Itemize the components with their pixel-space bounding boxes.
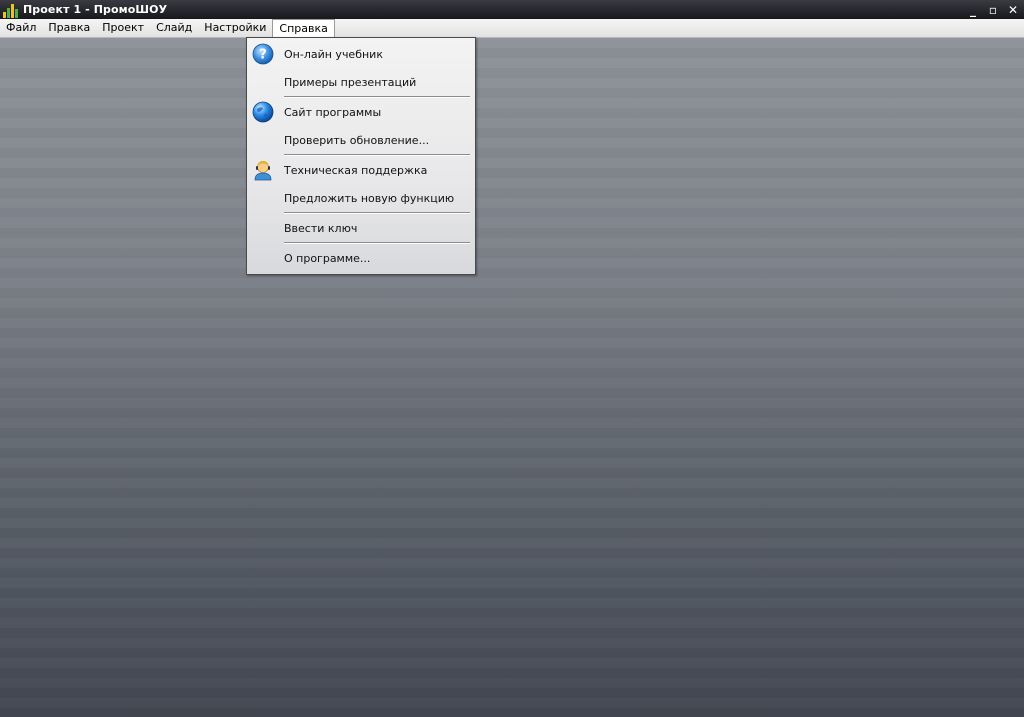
- menu-item-label: Проверить обновление...: [284, 133, 430, 147]
- menu-item-label: О программе...: [284, 251, 371, 265]
- svg-text:?: ?: [259, 48, 267, 63]
- title-bar: Проект 1 - ПромоШОУ _ ▫ ✕: [0, 0, 1024, 19]
- menu-separator: [284, 242, 470, 244]
- menu-item-tech-support[interactable]: Техническая поддержка: [247, 157, 475, 183]
- menu-edit[interactable]: Правка: [42, 19, 96, 37]
- menu-separator: [284, 154, 470, 156]
- help-icon: ?: [252, 43, 274, 65]
- app-logo-icon: [3, 2, 19, 18]
- menu-item-online-tutorial[interactable]: ? Он-лайн учебник: [247, 41, 475, 67]
- globe-icon: [252, 101, 274, 123]
- window-title: Проект 1 - ПромоШОУ: [23, 3, 168, 16]
- menu-item-label: Сайт программы: [284, 105, 382, 119]
- menu-item-website[interactable]: Сайт программы: [247, 99, 475, 125]
- menu-item-label: Ввести ключ: [284, 221, 358, 235]
- menu-slide[interactable]: Слайд: [150, 19, 198, 37]
- menu-separator: [284, 212, 470, 214]
- menu-settings[interactable]: Настройки: [198, 19, 272, 37]
- menu-item-enter-key[interactable]: Ввести ключ: [247, 215, 475, 241]
- menu-item-suggest-feature[interactable]: Предложить новую функцию: [247, 185, 475, 211]
- menu-item-label: Техническая поддержка: [284, 163, 428, 177]
- workspace-area: [0, 38, 1024, 717]
- restore-button[interactable]: ▫: [986, 3, 1000, 17]
- menu-item-about[interactable]: О программе...: [247, 245, 475, 271]
- menu-bar: Файл Правка Проект Слайд Настройки Справ…: [0, 19, 1024, 38]
- menu-item-label: Примеры презентаций: [284, 75, 417, 89]
- menu-item-label: Предложить новую функцию: [284, 191, 455, 205]
- support-agent-icon: [254, 161, 272, 181]
- menu-item-examples[interactable]: Примеры презентаций: [247, 69, 475, 95]
- menu-project[interactable]: Проект: [96, 19, 150, 37]
- minimize-button[interactable]: _: [966, 3, 980, 17]
- menu-item-label: Он-лайн учебник: [284, 47, 383, 61]
- menu-help[interactable]: Справка: [272, 19, 335, 37]
- close-button[interactable]: ✕: [1006, 3, 1020, 17]
- menu-item-check-updates[interactable]: Проверить обновление...: [247, 127, 475, 153]
- menu-file[interactable]: Файл: [0, 19, 42, 37]
- help-dropdown-menu: ? Он-лайн учебник Примеры презентаций Са…: [246, 37, 476, 275]
- menu-separator: [284, 96, 470, 98]
